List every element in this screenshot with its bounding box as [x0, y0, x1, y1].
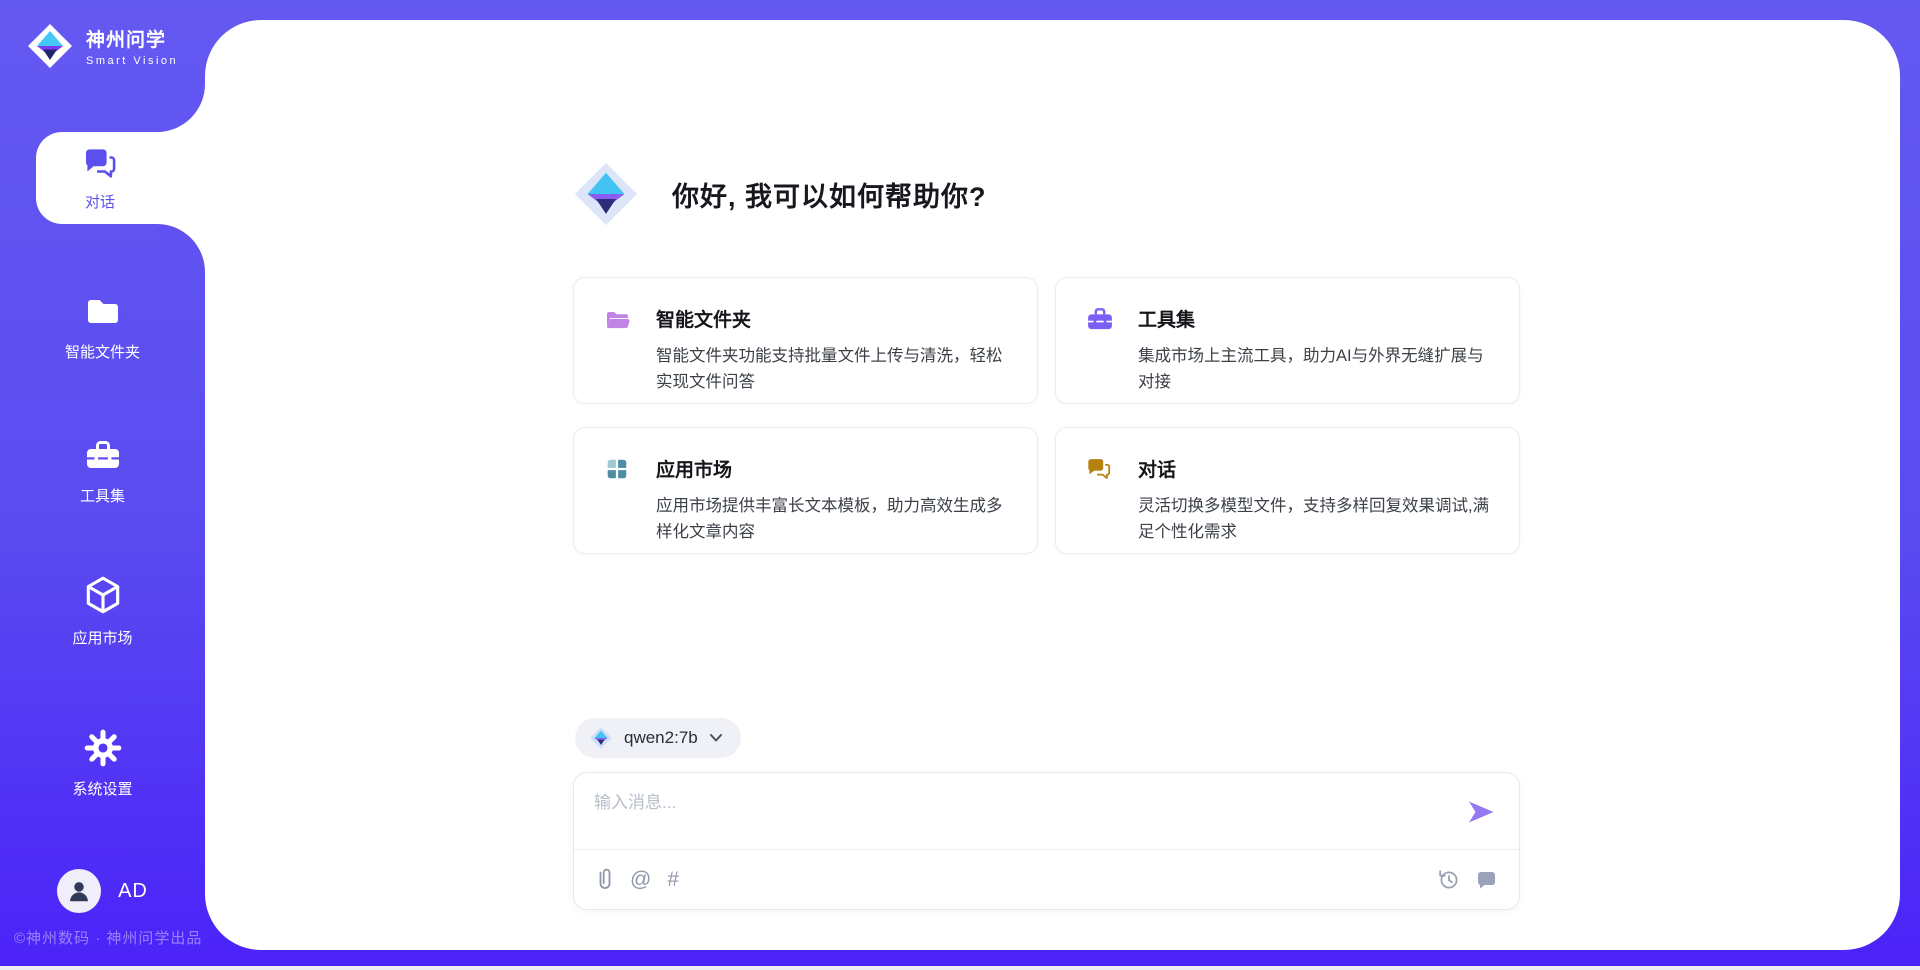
sidebar-footer-text: ©神州数码 · 神州问学出品 [14, 927, 202, 948]
card-title: 应用市场 [656, 455, 1016, 482]
card-description: 集成市场上主流工具，助力AI与外界无缝扩展与对接 [1138, 344, 1498, 395]
sidebar-item-label: 工具集 [80, 485, 125, 506]
history-icon [1437, 868, 1460, 891]
chat-bubbles-icon [1086, 455, 1114, 553]
grid-icon [604, 455, 632, 553]
user-account[interactable]: AD [0, 869, 205, 913]
card-toolset[interactable]: 工具集 集成市场上主流工具，助力AI与外界无缝扩展与对接 [1055, 277, 1520, 404]
folder-open-icon [604, 305, 632, 403]
person-icon [66, 878, 92, 904]
main-content-panel: 你好, 我可以如何帮助你? 智能文件夹 智能文件夹功能支持批量文件上传与清洗，轻… [205, 20, 1900, 950]
card-title: 工具集 [1138, 305, 1498, 332]
feature-cards: 智能文件夹 智能文件夹功能支持批量文件上传与清洗，轻松实现文件问答 [573, 277, 1520, 554]
topic-button[interactable]: # [667, 869, 679, 890]
card-title: 对话 [1138, 455, 1498, 482]
send-icon [1466, 799, 1496, 825]
card-app-market[interactable]: 应用市场 应用市场提供丰富长文本模板，助力高效生成多样化文章内容 [573, 427, 1038, 554]
card-chat[interactable]: 对话 灵活切换多模型文件，支持多样回复效果调试,满足个性化需求 [1055, 427, 1520, 554]
greeting-text: 你好, 我可以如何帮助你? [672, 175, 987, 214]
brand-diamond-icon [26, 22, 74, 70]
model-name: qwen2:7b [624, 728, 698, 748]
card-description: 灵活切换多模型文件，支持多样回复效果调试,满足个性化需求 [1138, 494, 1498, 545]
brand-subtitle: Smart Vision [86, 55, 178, 67]
card-description: 智能文件夹功能支持批量文件上传与清洗，轻松实现文件问答 [656, 344, 1016, 395]
chevron-down-icon [709, 733, 723, 743]
sidebar-item-toolset[interactable]: 工具集 [0, 436, 205, 506]
avatar [57, 869, 101, 913]
sidebar-item-smart-folder[interactable]: 智能文件夹 [0, 292, 205, 362]
bottom-edge-strip [0, 966, 1920, 970]
card-description: 应用市场提供丰富长文本模板，助力高效生成多样化文章内容 [656, 494, 1016, 545]
active-tab-curve-top [157, 84, 205, 132]
sidebar-item-settings[interactable]: 系统设置 [0, 727, 205, 799]
model-diamond-icon [589, 726, 613, 750]
composer-toolbar: @ # [596, 850, 1497, 909]
brand-logo: 神州问学 Smart Vision [26, 22, 178, 70]
toolbox-icon [83, 436, 123, 476]
quick-chat-button[interactable] [1476, 870, 1497, 890]
sidebar-item-app-market[interactable]: 应用市场 [0, 574, 205, 648]
hero-diamond-icon [572, 160, 640, 228]
folder-icon [83, 292, 123, 332]
sidebar-item-chat[interactable]: 对话 [36, 132, 208, 224]
card-title: 智能文件夹 [656, 305, 1016, 332]
model-selector[interactable]: qwen2:7b [575, 718, 741, 758]
gear-icon [82, 727, 124, 769]
card-smart-folder[interactable]: 智能文件夹 智能文件夹功能支持批量文件上传与清洗，轻松实现文件问答 [573, 277, 1038, 404]
user-initials: AD [118, 880, 148, 903]
toolbox-icon [1086, 305, 1114, 403]
history-button[interactable] [1437, 868, 1460, 891]
attach-file-button[interactable] [596, 868, 614, 892]
sidebar-item-label: 系统设置 [72, 778, 132, 799]
paperclip-icon [596, 868, 614, 892]
send-button[interactable] [1465, 797, 1497, 827]
brand-title: 神州问学 [86, 25, 178, 52]
cube-icon [81, 574, 125, 618]
sidebar-item-label: 对话 [85, 191, 115, 212]
sidebar-item-label: 应用市场 [72, 627, 132, 648]
mention-button[interactable]: @ [630, 869, 651, 890]
hero: 你好, 我可以如何帮助你? [572, 160, 987, 228]
app-root: { "brand": { "title": "神州问学", "subtitle"… [0, 0, 1920, 970]
sidebar-item-label: 智能文件夹 [65, 341, 140, 362]
chat-bubble-icon [1476, 870, 1497, 890]
message-composer: @ # [573, 772, 1520, 910]
active-tab-curve-bottom [157, 224, 205, 272]
chat-bubbles-icon [80, 144, 120, 184]
message-input[interactable] [594, 788, 1434, 843]
